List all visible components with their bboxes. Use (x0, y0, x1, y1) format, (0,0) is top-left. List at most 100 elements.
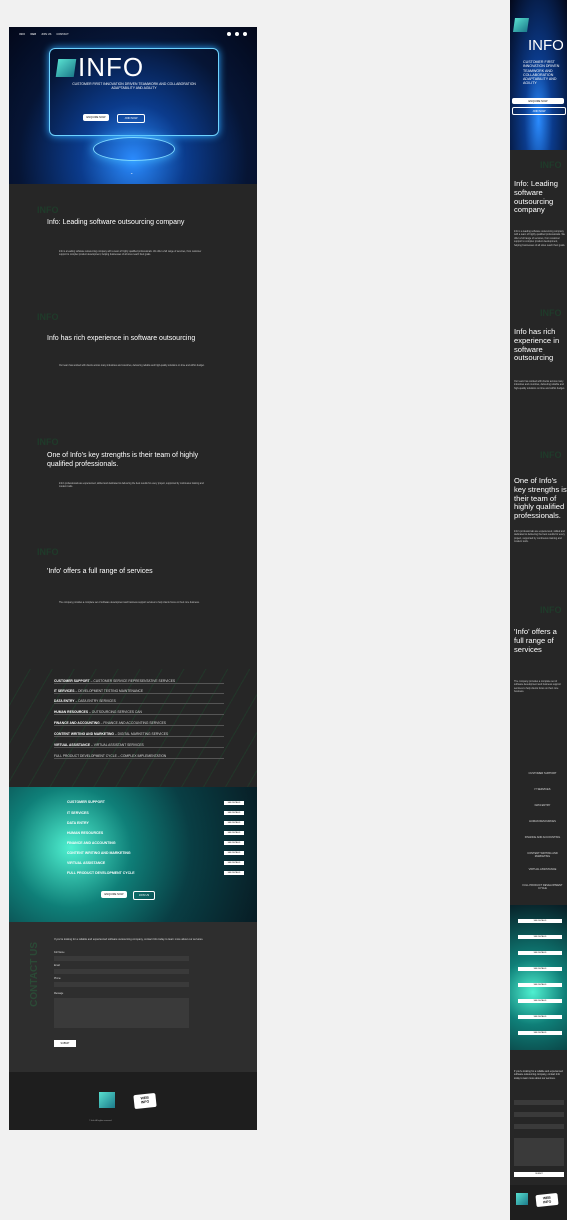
see-details-button[interactable]: SEE DETAILS (224, 811, 244, 815)
service-row[interactable]: DATA ENTRY – DATA ENTRY SERVICES (54, 699, 224, 704)
service-desc: DEVELOPMENT TESTING MAINTENANCE (78, 689, 144, 693)
ghost-label: INFO (37, 437, 59, 447)
service-row[interactable]: VIRTUAL ASSISTANCE – VIRTUAL ASSISTANT S… (54, 743, 224, 748)
instagram-icon[interactable]: ig (227, 32, 231, 36)
see-details-button[interactable]: SEE DETAILS (224, 871, 244, 875)
mobile-service[interactable]: IT SERVICES (520, 788, 565, 791)
mobile-service[interactable]: DATA ENTRY (520, 804, 565, 807)
hero-logo-text: INFO (78, 52, 145, 82)
see-details-button[interactable]: SEE DETAILS (224, 861, 244, 865)
mobile-section-body: Info is a leading software outsourcing c… (514, 230, 566, 247)
service-row[interactable]: HUMAN RESOURCES – OUTSOURCING SERVICES C… (54, 710, 224, 715)
footer-logo-icon[interactable] (99, 1092, 115, 1108)
mobile-see-details[interactable]: SEE DETAILS (518, 999, 562, 1003)
desktop-preview: logo INFO CUSTOMER FIRST INNOVATION DRIV… (9, 27, 257, 1130)
mobile-logo-icon[interactable] (513, 18, 529, 32)
service-row[interactable]: FULL PRODUCT DEVELOPMENT CYCLE – COMPLEX… (54, 754, 224, 759)
service-desc: FINANCE AND ACCOUNTING SERVICES (103, 721, 166, 725)
hero-logo[interactable]: logo INFO (55, 52, 145, 83)
mobile-ghost-label: INFO (540, 605, 562, 615)
see-details-button[interactable]: SEE DETAILS (224, 801, 244, 805)
teal-item[interactable]: VIRTUAL ASSISTANCE (67, 861, 105, 865)
message-field[interactable] (54, 998, 189, 1028)
mobile-message-field[interactable] (514, 1138, 564, 1166)
service-name: DATA ENTRY (54, 699, 75, 703)
mobile-enquire-button[interactable]: ENQUIRE NOW (512, 98, 564, 104)
mobile-phone-field[interactable] (514, 1124, 564, 1129)
nav-item-web[interactable]: WEB (30, 33, 36, 36)
mobile-join-button[interactable]: JOIN NOW (512, 107, 566, 115)
see-details-button[interactable]: SEE DETAILS (224, 841, 244, 845)
twitter-icon[interactable]: tw (235, 32, 239, 36)
mobile-see-details[interactable]: SEE DETAILS (518, 1031, 562, 1035)
teal-item[interactable]: FULL PRODUCT DEVELOPMENT CYCLE (67, 871, 135, 875)
footer-badge: WEB INFO (133, 1092, 157, 1110)
see-details-button[interactable]: SEE DETAILS (224, 831, 244, 835)
service-desc: DATA ENTRY SERVICES (78, 699, 116, 703)
phone-label: Phone (54, 978, 61, 980)
name-field[interactable] (54, 956, 189, 961)
services-background (9, 669, 257, 789)
phone-field[interactable] (54, 982, 189, 987)
nav-item-join[interactable]: JOIN US (41, 33, 51, 36)
mobile-service[interactable]: CUSTOMER SUPPORT (520, 772, 565, 775)
mobile-service[interactable]: FULL PRODUCT DEVELOPMENT CYCLE (520, 884, 565, 890)
name-label: Full Name (54, 952, 65, 954)
mobile-name-field[interactable] (514, 1100, 564, 1105)
mobile-see-details[interactable]: SEE DETAILS (518, 935, 562, 939)
join-button[interactable]: JOIN NOW (117, 114, 145, 123)
mobile-service[interactable]: VIRTUAL ASSISTANCE (520, 868, 565, 871)
hero-banner: logo INFO CUSTOMER FIRST INNOVATION DRIV… (9, 27, 257, 184)
message-label: Message (54, 993, 64, 995)
mobile-see-details[interactable]: SEE DETAILS (518, 967, 562, 971)
teal-item[interactable]: HUMAN RESOURCES (67, 831, 103, 835)
mobile-teal-panel: SEE DETAILS SEE DETAILS SEE DETAILS SEE … (510, 905, 567, 1050)
service-name: IT SERVICES (54, 689, 75, 693)
see-details-button[interactable]: SEE DETAILS (224, 821, 244, 825)
mobile-see-details[interactable]: SEE DETAILS (518, 951, 562, 955)
teal-item[interactable]: CONTENT WRITING AND MARKETING (67, 851, 131, 855)
see-details-button[interactable]: SEE DETAILS (224, 851, 244, 855)
mobile-footer-badge: WEB INFO (535, 1192, 559, 1208)
mobile-email-field[interactable] (514, 1112, 564, 1117)
mobile-form-intro: If you're looking for a reliable and exp… (514, 1070, 563, 1080)
service-desc: VIRTUAL ASSISTANT SERVICES (93, 743, 144, 747)
mobile-see-details[interactable]: SEE DETAILS (518, 1015, 562, 1019)
service-row[interactable]: CONTENT WRITING AND MARKETING – DIGITAL … (54, 732, 224, 737)
teal-join-button[interactable]: JOIN US (133, 891, 155, 900)
facebook-icon[interactable]: fb (243, 32, 247, 36)
mobile-see-details[interactable]: SEE DETAILS (518, 983, 562, 987)
mobile-service[interactable]: CONTENT WRITING AND MARKETING (520, 852, 565, 858)
email-field[interactable] (54, 969, 189, 974)
service-name: CUSTOMER SUPPORT (54, 679, 90, 683)
teal-enquire-button[interactable]: ENQUIRE NOW (101, 891, 127, 898)
mobile-service[interactable]: HUMAN RESOURCES (520, 820, 565, 823)
mobile-section-title: Info: Leading software outsourcing compa… (514, 179, 558, 215)
service-row[interactable]: FINANCE AND ACCOUNTING – FINANCE AND ACC… (54, 721, 224, 726)
service-row[interactable]: CUSTOMER SUPPORT – CUSTOMER SERVICE REPR… (54, 679, 224, 684)
scroll-down-icon[interactable]: ⌄ (130, 170, 133, 175)
mobile-section-title: 'Info' offers a full range of services (514, 627, 557, 654)
mobile-section-body: Our team has worked with clients across … (514, 380, 565, 390)
contact-ghost-label: CONTACT US (29, 942, 40, 1007)
section-body: Our team has worked with clients across … (59, 365, 205, 367)
nav-item-info[interactable]: INFO (19, 33, 25, 36)
teal-item[interactable]: DATA ENTRY (67, 821, 89, 825)
submit-button[interactable]: SUBMIT (54, 1040, 76, 1047)
nav-item-contact[interactable]: CONTACT (56, 33, 68, 36)
contact-form: CONTACT US If you're looking for a relia… (9, 922, 257, 1072)
teal-item[interactable]: IT SERVICES (67, 811, 89, 815)
enquire-button[interactable]: ENQUIRE NOW (83, 114, 109, 121)
mobile-footer-logo-icon[interactable] (516, 1193, 528, 1205)
mobile-ghost-label: INFO (540, 308, 562, 318)
teal-item[interactable]: CUSTOMER SUPPORT (67, 800, 105, 804)
service-row[interactable]: IT SERVICES – DEVELOPMENT TESTING MAINTE… (54, 689, 224, 694)
mobile-see-details[interactable]: SEE DETAILS (518, 919, 562, 923)
badge-bottom: INFO (140, 1099, 150, 1105)
mobile-submit-button[interactable]: SUBMIT (514, 1172, 564, 1177)
section-body: Info's professionals are experienced, sk… (59, 483, 204, 489)
info-logo-icon: logo (55, 58, 77, 77)
teal-item[interactable]: FINANCE AND ACCOUNTING (67, 841, 116, 845)
mobile-service[interactable]: FINANCE AND ACCOUNTING (520, 836, 565, 839)
mobile-tagline: CUSTOMER FIRST INNOVATION DRIVEN TEAMWOR… (523, 60, 560, 86)
